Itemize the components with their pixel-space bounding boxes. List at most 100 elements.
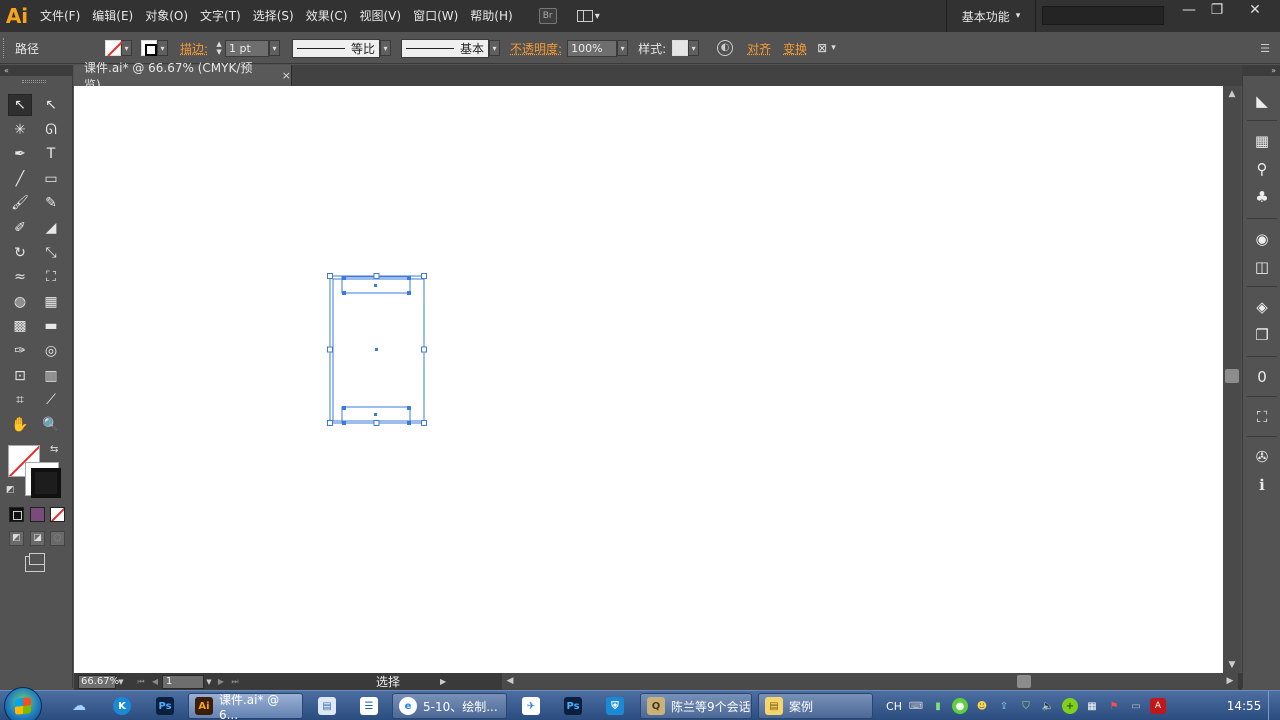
scroll-right-icon[interactable]: ▶ [1224,675,1236,687]
none-mode-button[interactable] [50,507,65,522]
menu-object[interactable]: 对象(O) [139,0,194,32]
keyboard-icon[interactable]: ⌨ [908,698,924,714]
layers-panel-icon[interactable]: ◈ [1253,298,1271,316]
stroke-panel-link[interactable]: 描边: [180,40,208,57]
last-artboard-button[interactable]: ⏭ [228,675,242,689]
fill-color-swatch[interactable] [105,40,121,56]
horizontal-scroll-thumb[interactable] [1017,675,1031,688]
opacity-field[interactable]: 100% [567,39,618,57]
graphic-style-dropdown[interactable]: ▾ [688,40,700,56]
perspective-grid-tool[interactable]: ▦ [39,291,63,313]
gradient-mode-button[interactable] [30,507,45,522]
minimize-button[interactable]: — [1174,0,1204,20]
shape-builder-tool[interactable]: ◍ [8,291,32,313]
artboard-canvas[interactable] [74,86,1223,673]
stroke-dropdown[interactable]: ▾ [157,40,168,56]
flag-icon[interactable]: ⚑ [1106,698,1122,714]
recolor-artwork-icon[interactable]: ◐ [717,40,734,56]
scroll-up-icon[interactable]: ▲ [1226,88,1238,100]
zoom-level-field[interactable]: 66.67% [78,674,119,689]
scale-tool[interactable]: ⤡ [39,242,63,264]
free-transform-tool[interactable]: ⛶ [39,266,63,288]
scroll-down-icon[interactable]: ▼ [1226,659,1238,671]
rotate-tool[interactable]: ↻ [8,242,32,264]
symbols-panel-icon[interactable]: ♣ [1253,188,1271,206]
line-segment-tool[interactable]: ╱ [8,168,32,190]
stroke-weight-dropdown[interactable]: ▾ [269,40,281,56]
close-icon[interactable]: × [282,69,291,82]
menu-edit[interactable]: 编辑(E) [86,0,139,32]
draw-normal-button[interactable]: ◩ [9,531,24,546]
magic-wand-tool[interactable]: ✳ [8,119,32,141]
stroke-color-swatch[interactable] [141,40,157,56]
opacity-panel-link[interactable]: 不透明度: [510,40,562,57]
artboard-number-field[interactable]: 1 [162,674,204,689]
color-guide-panel-icon[interactable]: ◣ [1253,92,1271,110]
network-icon[interactable]: ▦ [1084,698,1100,714]
transparency-panel-icon[interactable]: ◫ [1253,258,1271,276]
battery-icon[interactable]: ▮ [930,698,946,714]
variable-width-dropdown[interactable]: ▾ [380,40,392,56]
taskbar-pinned-feather[interactable]: ✈ [514,693,548,719]
arrange-documents-button[interactable]: ▾ [576,7,607,25]
taskbar-pinned-doc[interactable]: ▤ [310,693,344,719]
network-share-icon[interactable]: ⇪ [996,698,1012,714]
direct-selection-tool[interactable]: ↖ [39,94,63,116]
eyedropper-tool[interactable]: ✑ [8,340,32,362]
brush-dropdown[interactable]: ▾ [489,40,501,56]
zoom-dropdown[interactable]: ▼ [116,675,126,689]
type-tool[interactable]: T [39,143,63,165]
stroke-weight-stepper[interactable]: ▲ ▼ [213,39,225,57]
taskbar-illustrator[interactable]: Ai 课件.ai* @ 6... [188,693,303,720]
screen-mode-button[interactable] [25,553,45,572]
draw-behind-button[interactable]: ◪ [30,531,45,546]
menu-window[interactable]: 窗口(W) [407,0,464,32]
pencil-tool[interactable]: ✎ [39,192,63,214]
column-graph-tool[interactable]: ▥ [39,365,63,387]
transform-panel-icon[interactable]: ⛶ [1253,408,1271,426]
taskbar-pinned-photoshop-2[interactable]: Ps [556,693,590,719]
tools-panel-grip[interactable] [22,80,46,83]
taskbar-pinned-photoshop[interactable]: Ps [148,693,182,719]
graphic-style-swatch[interactable] [672,40,689,56]
previous-artboard-button[interactable]: ◀ [148,675,162,689]
pen-tool[interactable]: ✒ [8,143,32,165]
document-tab[interactable]: 课件.ai* @ 66.67% (CMYK/预览) × [74,61,292,92]
menu-type[interactable]: 文字(T) [194,0,247,32]
taskbar-explorer[interactable]: ▤ 案例 [758,693,873,719]
gradient-tool[interactable]: ▬ [39,315,63,337]
bridge-button[interactable]: Br [538,8,557,24]
menu-help[interactable]: 帮助(H) [464,0,518,32]
hand-tool[interactable]: ✋ [8,414,32,436]
opacity-dropdown[interactable]: ▾ [617,40,629,56]
eraser-tool[interactable]: ◢ [39,217,63,239]
draw-inside-button[interactable]: ◌ [50,531,65,546]
artboards-panel-icon[interactable]: ❐ [1253,326,1271,344]
transform-panel-link[interactable]: 变换 [783,40,807,57]
control-bar-grip[interactable] [3,38,11,58]
monitor-icon[interactable]: ▭ [1128,698,1144,714]
selection-tool[interactable]: ↖ [8,94,32,116]
artboard-dropdown[interactable]: ▼ [204,675,214,689]
artboard-tool[interactable]: ⌗ [8,389,32,411]
taskbar-pinned-shield[interactable]: ⛨ [598,693,632,719]
rectangle-tool[interactable]: ▭ [39,168,63,190]
selected-artwork[interactable] [327,273,427,426]
menu-select[interactable]: 选择(S) [247,0,300,32]
menu-view[interactable]: 视图(V) [353,0,407,32]
vertical-scroll-thumb[interactable] [1225,369,1239,383]
stroke-swatch[interactable] [25,462,61,498]
menu-effect[interactable]: 效果(C) [300,0,354,32]
next-artboard-button[interactable]: ▶ [214,675,228,689]
close-button[interactable]: ✕ [1238,0,1272,20]
blob-brush-tool[interactable]: ✐ [8,217,32,239]
blend-tool[interactable]: ◎ [39,340,63,362]
status-menu-icon[interactable]: ▶ [440,677,446,686]
wechat-icon[interactable]: ● [952,698,968,714]
volume-icon[interactable]: 🔈 [1040,698,1056,714]
slice-tool[interactable]: ⟋ [39,389,63,411]
show-desktop-button[interactable] [1268,691,1280,720]
navigator-panel-icon[interactable]: ✇ [1253,448,1271,466]
panel-menu-icon[interactable]: ☰ [1260,42,1270,55]
language-indicator[interactable]: CH [886,698,902,714]
